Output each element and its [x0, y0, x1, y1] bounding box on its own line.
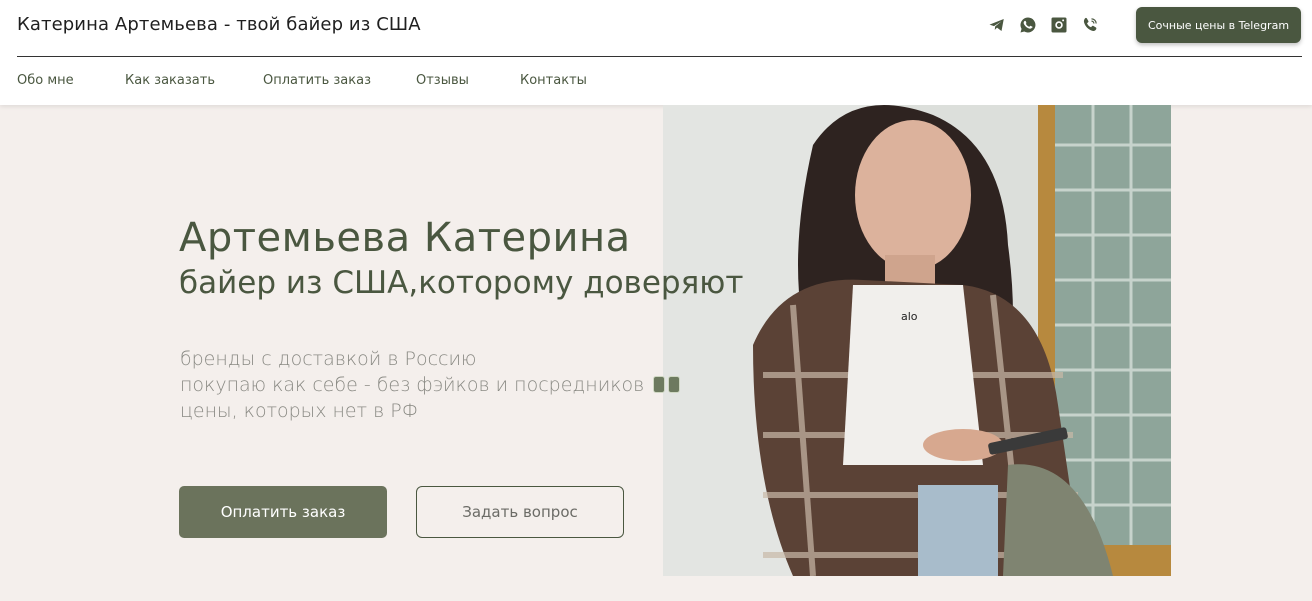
pay-order-button[interactable]: Оплатить заказ	[179, 486, 387, 538]
instagram-icon[interactable]	[1049, 15, 1069, 35]
telegram-icon[interactable]	[987, 15, 1007, 35]
hero-name: Артемьева Катерина	[179, 215, 631, 261]
hero-tagline: байер из США,которому доверяют	[179, 265, 744, 301]
ru-flag-icon	[668, 376, 681, 393]
svg-text:alo: alo	[901, 310, 918, 323]
site-title[interactable]: Катерина Артемьева - твой байер из США	[17, 14, 421, 35]
nav-item-how-to-order[interactable]: Как заказать	[125, 73, 263, 88]
hero-bullet: покупаю как себе - без фэйков и посредни…	[180, 374, 645, 396]
ask-question-button[interactable]: Задать вопрос	[416, 486, 624, 538]
social-links	[987, 15, 1100, 35]
telegram-cta-button[interactable]: Сочные цены в Telegram	[1136, 7, 1301, 43]
hero-bullet-row: покупаю как себе - без фэйков и посредни…	[180, 372, 681, 398]
viber-icon[interactable]	[1080, 15, 1100, 35]
hero-bullet: цены, которых нет в РФ	[180, 400, 419, 422]
nav-item-about[interactable]: Обо мне	[17, 73, 125, 88]
nav-item-pay-order[interactable]: Оплатить заказ	[263, 73, 416, 88]
main-nav: Обо мне Как заказать Оплатить заказ Отзы…	[17, 73, 600, 88]
site-header: Катерина Артемьева - твой байер из США С…	[0, 0, 1312, 105]
hero-bullet: бренды с доставкой в Россию	[180, 348, 477, 370]
whatsapp-icon[interactable]	[1018, 15, 1038, 35]
header-divider	[17, 56, 1302, 57]
hero-bullets: бренды с доставкой в Россию покупаю как …	[180, 346, 681, 424]
ru-flag-icon	[653, 376, 666, 393]
nav-item-reviews[interactable]: Отзывы	[416, 73, 520, 88]
hero-photo: alo	[663, 105, 1171, 576]
nav-item-contacts[interactable]: Контакты	[520, 73, 600, 88]
